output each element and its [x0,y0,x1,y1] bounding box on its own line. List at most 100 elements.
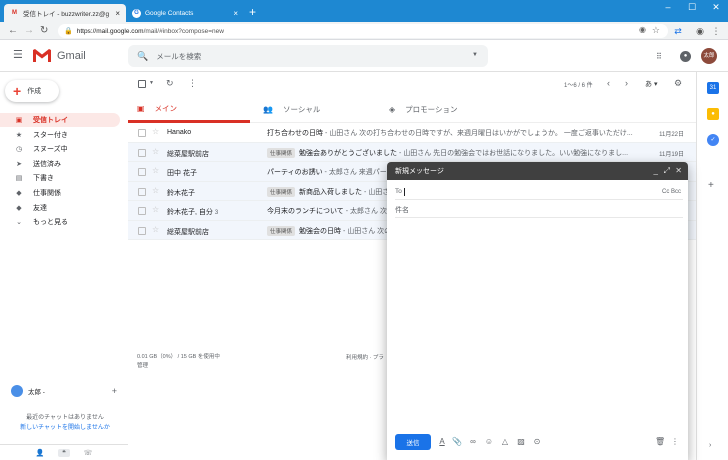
sidebar-item[interactable]: ➤ 送信済み [0,157,120,171]
reload-button[interactable]: ↻ [40,24,48,38]
more-options-icon[interactable]: ⋮ [670,437,680,446]
discard-draft-icon[interactable]: 🗑 [655,437,665,446]
row-checkbox[interactable] [138,129,146,137]
email-subject: 勉強会の日時 [299,227,342,235]
search-options-icon[interactable]: ▼ [472,52,478,58]
email-label[interactable]: 仕事関係 [267,186,296,197]
maximize-window-button[interactable]: ☐ [680,0,704,14]
settings-gear-icon[interactable]: ⚙ [674,78,682,89]
email-row[interactable]: ☆ 総菜屋駅前店 仕事関係 勉強会ありがとうございました - 山田さん 先日の勉強会で… [128,142,696,162]
start-chat-link[interactable]: 新しいチャットを開始しませんか [10,423,120,433]
close-tab-icon[interactable]: × [233,9,238,18]
apps-grid-icon[interactable]: ⠿ [656,52,662,61]
row-checkbox[interactable] [138,207,146,215]
message-body[interactable] [395,220,683,430]
tasks-icon[interactable]: ✓ [707,134,719,146]
input-tools-label: あ [645,81,652,88]
account-avatar[interactable]: 太郎 [701,48,717,64]
star-icon[interactable]: ☆ [152,186,159,195]
select-dropdown-icon[interactable]: ▼ [149,80,154,86]
to-field[interactable]: To Cc Bcc [395,184,683,200]
collapse-panel-icon[interactable]: › [709,442,711,449]
back-button[interactable]: ← [8,24,18,38]
minimize-window-button[interactable]: – [656,0,680,14]
tab-social[interactable]: 👥 ソーシャル [254,96,376,123]
calendar-icon[interactable]: 31 [707,82,719,94]
search-icon[interactable]: 🔍 [137,51,148,62]
select-all-checkbox[interactable] [138,80,146,88]
address-bar[interactable]: 🔒 https://mail.google.com/mail/#inbox?co… [58,24,668,38]
email-label[interactable]: 仕事関係 [267,225,296,236]
email-row[interactable]: ☆ Hanako 打ち合わせの日時 - 山田さん 次の打ち合わせの日時ですが、来週月… [128,123,696,143]
browser-tab-inbox[interactable]: M 受信トレイ - buzzwriter.zz@gmail.com × [4,4,126,22]
sidebar-item[interactable]: ▤ 下書き [0,171,120,185]
close-window-button[interactable]: ✕ [704,0,728,14]
menu-icon[interactable]: ⋮ [710,25,722,37]
star-icon[interactable]: ☆ [152,205,159,214]
emoji-icon[interactable]: ☺ [484,437,494,446]
main-menu-icon[interactable]: ☰ [13,50,23,61]
row-checkbox[interactable] [138,168,146,176]
sidebar-item[interactable]: ◆ 仕事関係 [0,186,120,200]
cc-bcc-link[interactable]: Cc Bcc [662,189,681,195]
star-icon[interactable]: ☆ [152,166,159,175]
terms-link[interactable]: 利用規約 · プラ [346,353,384,361]
browser-tab-contacts[interactable]: G Google Contacts × [126,4,244,22]
search-bar[interactable]: 🔍 メールを検索 ▼ [128,45,488,67]
subject-field[interactable]: 件名 [395,202,683,218]
row-checkbox[interactable] [138,187,146,196]
phone-icon[interactable]: ☏ [82,449,94,457]
view-icon[interactable]: ◉ [639,25,646,34]
input-tools-button[interactable]: あ ▾ [645,79,657,89]
sidebar-item[interactable]: ◆ 友達 [0,201,120,215]
forward-button[interactable]: → [24,24,34,38]
minimize-compose-icon[interactable]: _ [654,166,658,175]
gmail-header: ☰ Gmail 🔍 メールを検索 ▼ ⠿ ● 太郎 [0,40,728,72]
send-button[interactable]: 送信 [395,434,431,450]
profile-icon[interactable]: ◉ [694,25,706,37]
hangouts-icon[interactable]: ❝ [58,448,70,457]
new-tab-button[interactable]: + [249,6,256,18]
confidential-icon[interactable]: ⊙ [532,437,542,446]
hangouts-user[interactable]: 太郎 - + [11,384,121,398]
tab-promotions[interactable]: ◈ プロモーション [380,96,502,123]
email-content: 仕事関係 勉強会ありがとうございました - 山田さん 先日の勉強会ではお世話になり… [267,147,639,158]
sidebar-item[interactable]: ⌄ もっと見る [0,215,120,229]
translate-icon[interactable]: ⇄ [672,25,684,37]
sidebar-item[interactable]: ★ スター付き [0,128,120,142]
close-compose-icon[interactable]: ✕ [675,166,682,175]
add-addon-icon[interactable]: + [708,180,714,191]
compose-header[interactable]: 新規メッセージ _ ⤢ ✕ [387,162,688,180]
manage-storage-link[interactable]: 管理 [137,362,220,371]
fullscreen-compose-icon[interactable]: ⤢ [664,166,670,176]
star-icon[interactable]: ☆ [152,225,159,234]
photo-icon[interactable]: ▨ [516,437,526,446]
search-input[interactable]: メールを検索 [156,51,201,62]
gmail-logo[interactable]: Gmail [32,48,86,63]
tab-primary[interactable]: ▣ メイン [128,96,250,123]
email-label[interactable]: 仕事関係 [267,147,296,158]
star-icon[interactable]: ☆ [152,127,159,136]
sidebar-item[interactable]: ▣ 受信トレイ [0,113,120,127]
bookmark-star-icon[interactable]: ☆ [652,25,660,36]
sidebar-item[interactable]: ◷ スヌーズ中 [0,142,120,156]
drive-icon[interactable]: △ [500,437,510,446]
draft-icon: ▤ [15,175,23,183]
row-checkbox[interactable] [138,148,146,157]
next-page-icon[interactable]: › [625,78,628,88]
attach-icon[interactable]: 📎 [452,437,462,446]
notifications-icon[interactable]: ● [680,51,691,62]
star-icon[interactable]: ☆ [152,147,159,156]
add-chat-icon[interactable]: + [112,386,117,396]
keep-icon[interactable]: ● [707,108,719,120]
row-checkbox[interactable] [138,226,146,235]
contacts-icon[interactable]: 👤 [34,449,46,457]
link-icon[interactable]: ∞ [468,437,478,446]
send-icon: ➤ [16,160,22,168]
prev-page-icon[interactable]: ‹ [607,78,610,88]
more-options-icon[interactable]: ⋮ [188,78,197,89]
formatting-icon[interactable]: A [437,437,447,446]
refresh-icon[interactable]: ↻ [166,78,174,89]
compose-button[interactable]: + 作成 [5,80,59,102]
close-tab-icon[interactable]: × [115,9,120,18]
